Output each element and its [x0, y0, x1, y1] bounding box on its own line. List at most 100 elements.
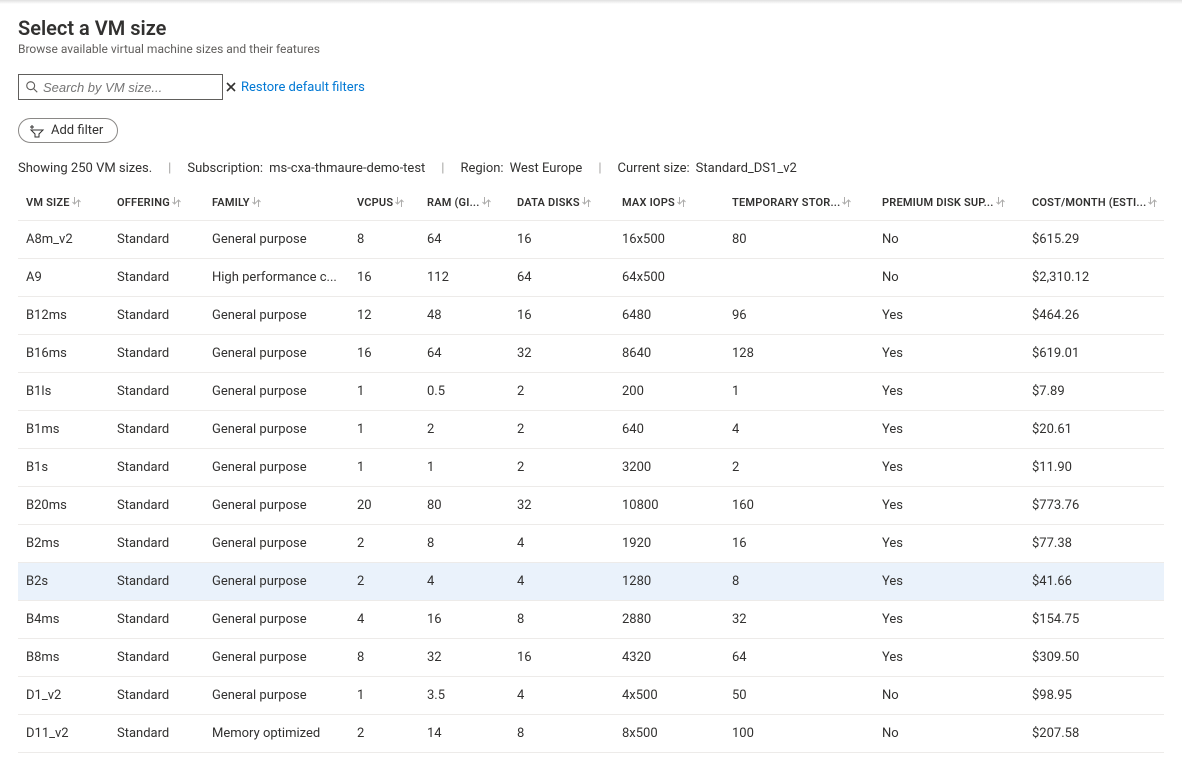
cell-ram: 112 [423, 258, 513, 296]
table-row[interactable]: B8msStandardGeneral purpose83216432064Ye… [18, 638, 1164, 676]
cell-temp: 128 [728, 334, 878, 372]
cell-ram: 80 [423, 486, 513, 524]
cell-iops: 200 [618, 372, 728, 410]
cell-iops: 8640 [618, 334, 728, 372]
table-row[interactable]: B20msStandardGeneral purpose208032108001… [18, 486, 1164, 524]
cell-cost: $464.26 [1028, 296, 1164, 334]
cell-offering: Standard [113, 486, 208, 524]
column-header[interactable]: TEMPORARY STOR... [728, 190, 878, 220]
column-header-label: MAX IOPS [622, 196, 675, 209]
sort-icon [395, 197, 404, 210]
cell-vmsize: D11_v2 [18, 714, 113, 752]
cell-vmsize: B2s [18, 562, 113, 600]
search-input[interactable] [39, 80, 225, 95]
sort-icon [482, 197, 491, 210]
cell-family: General purpose [208, 486, 353, 524]
column-header-label: OFFERING [117, 196, 170, 209]
cell-iops: 8x500 [618, 714, 728, 752]
add-filter-button[interactable]: Add filter [18, 118, 118, 143]
cell-premium: Yes [878, 600, 1028, 638]
table-row[interactable]: D11_v2StandardMemory optimized21488x5001… [18, 714, 1164, 752]
cell-vmsize: B1ls [18, 372, 113, 410]
cell-offering: Standard [113, 258, 208, 296]
cell-ram: 16 [423, 600, 513, 638]
cell-premium: Yes [878, 638, 1028, 676]
cell-iops: 3200 [618, 448, 728, 486]
column-header[interactable]: PREMIUM DISK SUP... [878, 190, 1028, 220]
cell-vmsize: B12ms [18, 296, 113, 334]
table-row[interactable]: B2sStandardGeneral purpose24412808Yes$41… [18, 562, 1164, 600]
column-header-label: DATA DISKS [517, 196, 580, 209]
column-header[interactable]: VM SIZE [18, 190, 113, 220]
cell-ram: 48 [423, 296, 513, 334]
cell-vmsize: A8m_v2 [18, 220, 113, 258]
cell-premium: No [878, 676, 1028, 714]
table-row[interactable]: A8m_v2StandardGeneral purpose8641616x500… [18, 220, 1164, 258]
table-row[interactable]: B1lsStandardGeneral purpose10.522001Yes$… [18, 372, 1164, 410]
cell-temp: 64 [728, 638, 878, 676]
cell-temp: 4 [728, 410, 878, 448]
table-row[interactable]: D1_v2StandardGeneral purpose13.544x50050… [18, 676, 1164, 714]
cell-iops: 6480 [618, 296, 728, 334]
status-row: Showing 250 VM sizes. | Subscription: ms… [18, 161, 1164, 176]
column-header[interactable]: OFFERING [113, 190, 208, 220]
cell-cost: $98.95 [1028, 676, 1164, 714]
cell-cost: $7.89 [1028, 372, 1164, 410]
cell-temp: 8 [728, 562, 878, 600]
column-header-label: FAMILY [212, 196, 250, 209]
restore-filters-link[interactable]: Restore default filters [241, 80, 365, 95]
cell-offering: Standard [113, 334, 208, 372]
cell-family: General purpose [208, 638, 353, 676]
column-header-label: PREMIUM DISK SUP... [882, 196, 994, 209]
column-header[interactable]: RAM (GI... [423, 190, 513, 220]
cell-vmsize: B16ms [18, 334, 113, 372]
cell-ram: 0.5 [423, 372, 513, 410]
cell-cost: $20.61 [1028, 410, 1164, 448]
table-row[interactable]: B4msStandardGeneral purpose4168288032Yes… [18, 600, 1164, 638]
cell-family: General purpose [208, 448, 353, 486]
cell-vmsize: B1s [18, 448, 113, 486]
cell-vmsize: B2ms [18, 524, 113, 562]
region-value: West Europe [510, 161, 583, 176]
cell-cost: $41.66 [1028, 562, 1164, 600]
cell-vcpus: 4 [353, 600, 423, 638]
table-row[interactable]: B1msStandardGeneral purpose1226404Yes$20… [18, 410, 1164, 448]
cell-premium: Yes [878, 448, 1028, 486]
cell-ram: 8 [423, 524, 513, 562]
page-subtitle: Browse available virtual machine sizes a… [18, 42, 1164, 56]
cell-temp: 32 [728, 600, 878, 638]
cell-family: General purpose [208, 296, 353, 334]
cell-vcpus: 1 [353, 448, 423, 486]
cell-iops: 2880 [618, 600, 728, 638]
cell-temp: 2 [728, 448, 878, 486]
column-header[interactable]: FAMILY [208, 190, 353, 220]
cell-premium: Yes [878, 524, 1028, 562]
search-box[interactable] [18, 74, 223, 100]
cell-vcpus: 16 [353, 334, 423, 372]
table-row[interactable]: B1sStandardGeneral purpose11232002Yes$11… [18, 448, 1164, 486]
table-row[interactable]: B2msStandardGeneral purpose284192016Yes$… [18, 524, 1164, 562]
separator: | [588, 161, 611, 176]
table-row[interactable]: B16msStandardGeneral purpose166432864012… [18, 334, 1164, 372]
column-header[interactable]: VCPUS [353, 190, 423, 220]
cell-vmsize: D1_v2 [18, 676, 113, 714]
table-row[interactable]: B12msStandardGeneral purpose124816648096… [18, 296, 1164, 334]
cell-temp [728, 258, 878, 296]
column-header[interactable]: DATA DISKS [513, 190, 618, 220]
cell-cost: $309.50 [1028, 638, 1164, 676]
clear-icon[interactable] [225, 81, 237, 93]
cell-temp: 160 [728, 486, 878, 524]
cell-family: General purpose [208, 334, 353, 372]
table-row[interactable]: A9StandardHigh performance c...161126464… [18, 258, 1164, 296]
cell-ram: 14 [423, 714, 513, 752]
current-size-label: Current size: [618, 161, 690, 176]
cell-offering: Standard [113, 676, 208, 714]
column-header[interactable]: COST/MONTH (ESTI... [1028, 190, 1164, 220]
column-header[interactable]: MAX IOPS [618, 190, 728, 220]
cell-offering: Standard [113, 638, 208, 676]
cell-disks: 8 [513, 600, 618, 638]
cell-ram: 32 [423, 638, 513, 676]
table-header-row: VM SIZE OFFERING FAMILY VCPUSRAM (GI... DATA… [18, 190, 1164, 220]
sort-icon [1148, 197, 1157, 210]
add-filter-label: Add filter [51, 123, 103, 138]
